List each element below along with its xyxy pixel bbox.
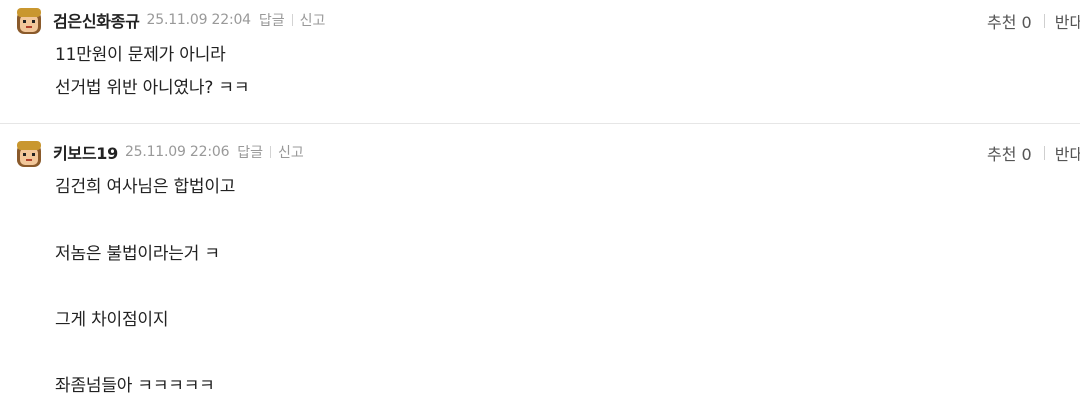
comment-meta: 키보드19 25.11.09 22:06 답글 신고 — [53, 141, 304, 163]
comment-line: 11만원이 문제가 아니라 — [55, 45, 226, 65]
comment-line: 저놈은 불법이라는거 ㅋ — [55, 244, 220, 264]
comment-date: 25.11.09 22:06 — [124, 144, 230, 160]
report-button[interactable]: 신고 — [278, 142, 304, 162]
reply-button[interactable]: 답글 — [237, 142, 263, 162]
divider — [270, 146, 272, 158]
comment-line: 그게 차이점이지 — [55, 310, 169, 330]
comment-date: 25.11.09 22:04 — [146, 12, 252, 28]
oppose-button[interactable]: 반대 — [1055, 141, 1080, 165]
recommend-button[interactable]: 추천 0 — [987, 141, 1032, 165]
comment-line: 선거법 위반 아니였나? ㅋㅋ — [55, 78, 250, 98]
report-button[interactable]: 신고 — [300, 10, 326, 30]
vote-area: 추천 0 반대 — [987, 10, 1080, 32]
divider — [1043, 146, 1045, 160]
comment-line: 좌좀넘들아 ㅋㅋㅋㅋㅋ — [55, 376, 215, 396]
divider — [291, 14, 293, 26]
avatar-icon[interactable] — [12, 4, 46, 38]
recommend-button[interactable]: 추천 0 — [987, 9, 1032, 33]
vote-area: 추천 0 반대 — [987, 142, 1080, 164]
author-nickname[interactable]: 키보드19 — [53, 140, 118, 164]
comment-line: 김건희 여사님은 합법이고 — [55, 177, 236, 197]
comment-item: 검은신화종규 25.11.09 22:04 답글 신고 추천 0 반대 11만원… — [0, 0, 1080, 124]
divider — [1043, 14, 1045, 28]
reply-button[interactable]: 답글 — [259, 10, 285, 30]
comment-item: 키보드19 25.11.09 22:06 답글 신고 추천 0 반대 김건희 여… — [0, 124, 1080, 411]
author-nickname[interactable]: 검은신화종규 — [53, 8, 140, 32]
avatar-icon[interactable] — [12, 137, 46, 171]
oppose-button[interactable]: 반대 — [1055, 9, 1080, 33]
comment-meta: 검은신화종규 25.11.09 22:04 답글 신고 — [53, 9, 325, 31]
